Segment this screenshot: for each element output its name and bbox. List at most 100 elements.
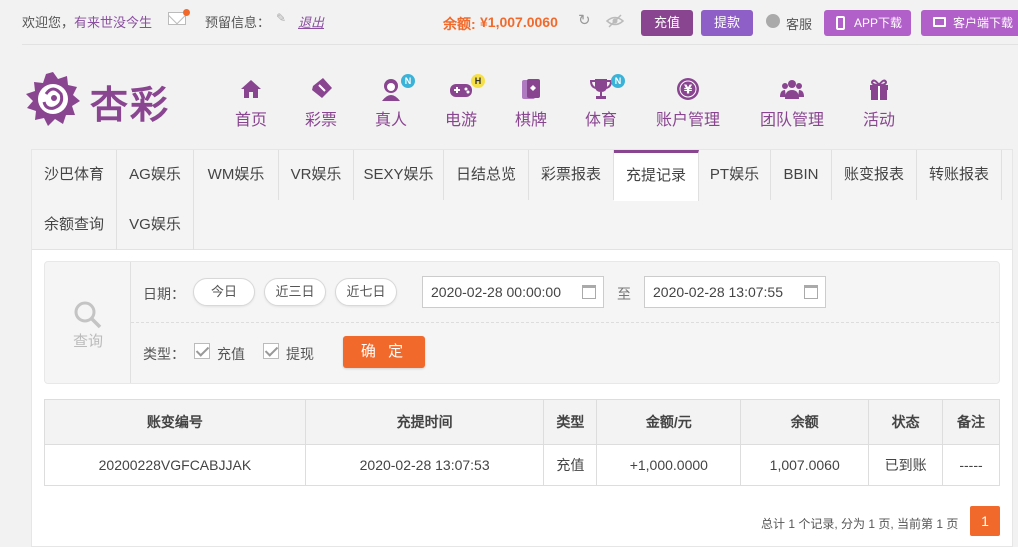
nav-live[interactable]: N 真人 (374, 74, 415, 130)
pagination-summary: 总计 1 个记录, 分为 1 页, 当前第 1 页 (761, 517, 959, 531)
col-header: 账变编号 (44, 399, 306, 445)
reserve-info-label: 预留信息： (205, 15, 271, 30)
hide-balance-icon[interactable] (605, 13, 625, 29)
last-3-days-button[interactable]: 近三日 (264, 278, 326, 306)
nav-label: 棋牌 (514, 112, 547, 129)
customer-service-link[interactable]: 客服 (786, 14, 812, 33)
ticket-icon (312, 78, 332, 98)
nav-sports[interactable]: N 体育 (584, 74, 625, 130)
hot-badge: H (471, 74, 485, 88)
logo-text[interactable]: 杏彩 (90, 74, 170, 129)
nav-team[interactable]: 团队管理 (758, 76, 826, 130)
tab-vg[interactable]: VG娱乐 (117, 200, 194, 250)
today-button[interactable]: 今日 (193, 278, 255, 306)
nav-lottery[interactable]: 彩票 (304, 76, 338, 130)
record-id: 20200228VGFCABJJAK (44, 444, 306, 486)
table-header-row: 账变编号 充提时间 类型 金额/元 余额 状态 备注 (44, 399, 1000, 445)
deposit-button[interactable]: 充值 (641, 10, 693, 36)
nav-egames[interactable]: H 电游 (444, 74, 485, 130)
type-label: 类型： (143, 346, 185, 362)
tab-daily-summary[interactable]: 日结总览 (444, 150, 529, 200)
nav-home[interactable]: 首页 (234, 76, 268, 130)
nav-label: 团队管理 (759, 112, 824, 129)
nav-label: 体育 (584, 112, 617, 129)
new-badge: N (401, 74, 415, 88)
logo-icon[interactable] (24, 70, 82, 128)
withdraw-checkbox[interactable] (263, 343, 279, 359)
yen-coin-icon: ¥ (677, 78, 699, 100)
query-button[interactable]: 查询 (45, 262, 131, 383)
tab-account-change-report[interactable]: 账变报表 (832, 150, 917, 200)
record-time: 2020-02-28 13:07:53 (304, 444, 545, 486)
filter-divider (131, 322, 999, 323)
report-tabs: 沙巴体育 AG娱乐 WM娱乐 VR娱乐 SEXY娱乐 日结总览 彩票报表 充提记… (32, 150, 1012, 250)
edit-icon[interactable]: ✎ (276, 12, 288, 25)
page-1-button[interactable]: 1 (970, 506, 1000, 536)
col-header: 类型 (543, 399, 598, 445)
date-from-value: 2020-02-28 00:00:00 (431, 284, 561, 300)
date-to-value: 2020-02-28 13:07:55 (653, 284, 783, 300)
deposit-checkbox[interactable] (194, 343, 210, 359)
col-header: 余额 (740, 399, 870, 445)
date-label: 日期： (143, 286, 185, 302)
date-from-input[interactable]: 2020-02-28 00:00:00 (422, 276, 604, 308)
confirm-button[interactable]: 确 定 (343, 336, 425, 368)
nav-account[interactable]: ¥ 账户管理 (654, 76, 722, 130)
top-bar: 欢迎您，有来世没今生 预留信息： ✎ 退出 余额: ¥1,007.0060 ↻ … (0, 0, 1018, 44)
team-icon (780, 80, 804, 99)
balance-value: ¥1,007.0060 (480, 14, 558, 30)
record-balance: 1,007.0060 (740, 444, 870, 486)
filter-box: 查询 日期： 今日 近三日 近七日 2020-02-28 00:00:00 至 … (44, 261, 1000, 384)
logout-link[interactable]: 退出 (298, 12, 324, 31)
customer-service-icon[interactable] (766, 14, 780, 28)
tab-lottery-report[interactable]: 彩票报表 (529, 150, 614, 200)
query-label: 查询 (72, 333, 103, 350)
record-status: 已到账 (868, 444, 944, 486)
new-badge: N (611, 74, 625, 88)
last-7-days-button[interactable]: 近七日 (335, 278, 397, 306)
record-remark: ----- (942, 444, 1000, 486)
tab-ag[interactable]: AG娱乐 (117, 150, 194, 200)
tab-sexy[interactable]: SEXY娱乐 (354, 150, 444, 200)
calendar-icon[interactable] (804, 285, 818, 299)
nav-label: 活动 (862, 112, 895, 129)
unread-dot (183, 9, 190, 16)
record-type: 充值 (543, 444, 598, 486)
tab-deposit-withdraw-records[interactable]: 充提记录 (614, 150, 699, 201)
phone-icon (836, 16, 845, 30)
top-divider (22, 44, 1018, 45)
nav-chess[interactable]: 棋牌 (514, 76, 548, 130)
tab-wm[interactable]: WM娱乐 (194, 150, 279, 200)
col-header: 状态 (868, 399, 944, 445)
deposit-checkbox-label[interactable]: 充值 (217, 344, 245, 364)
tab-transfer-report[interactable]: 转账报表 (917, 150, 1002, 200)
tab-bbin[interactable]: BBIN (771, 150, 832, 200)
tab-vr[interactable]: VR娱乐 (279, 150, 354, 200)
tab-balance-query[interactable]: 余额查询 (32, 200, 117, 250)
gift-icon (870, 79, 888, 100)
monitor-icon (933, 17, 946, 27)
withdraw-button[interactable]: 提款 (701, 10, 753, 36)
nav-promotions[interactable]: 活动 (862, 76, 896, 130)
home-icon (241, 80, 261, 98)
svg-text:¥: ¥ (684, 83, 693, 97)
refresh-icon[interactable]: ↻ (578, 13, 594, 29)
col-header: 金额/元 (596, 399, 742, 445)
content-panel: 沙巴体育 AG娱乐 WM娱乐 VR娱乐 SEXY娱乐 日结总览 彩票报表 充提记… (31, 149, 1013, 547)
app-download-button[interactable]: APP下载 (824, 10, 911, 36)
record-amount: +1,000.0000 (596, 444, 742, 486)
cards-icon (522, 79, 540, 99)
calendar-icon[interactable] (582, 285, 596, 299)
client-download-label: 客户端下载 (953, 16, 1014, 30)
col-header: 充提时间 (304, 399, 545, 445)
tab-pt[interactable]: PT娱乐 (699, 150, 771, 200)
balance-label: 余额: (443, 16, 476, 32)
tab-saba-sports[interactable]: 沙巴体育 (32, 150, 117, 200)
search-icon (74, 301, 102, 329)
client-download-button[interactable]: 客户端下载 (921, 10, 1018, 36)
withdraw-checkbox-label[interactable]: 提现 (286, 344, 314, 364)
nav-label: 账户管理 (655, 112, 720, 129)
nav-label: 真人 (374, 112, 407, 129)
date-to-input[interactable]: 2020-02-28 13:07:55 (644, 276, 826, 308)
nav-label: 电游 (444, 112, 477, 129)
